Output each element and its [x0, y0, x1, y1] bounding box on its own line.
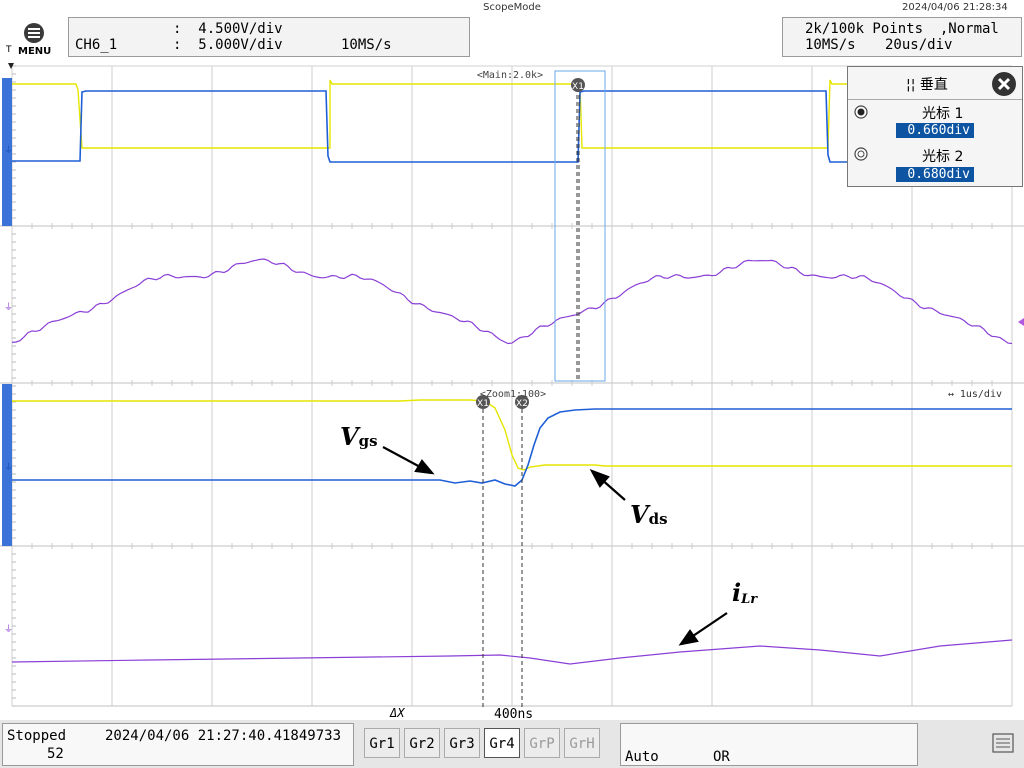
- menu-button[interactable]: T MENU: [4, 22, 52, 62]
- cursor2-radio[interactable]: [854, 147, 868, 161]
- list-icon[interactable]: [992, 732, 1014, 754]
- scale2: : 5.000V/div: [173, 37, 283, 53]
- group-button-grp[interactable]: GrP: [524, 728, 560, 758]
- ilr-label: iLr: [732, 578, 758, 607]
- acquisition-box[interactable]: 2k/100k Points ,Normal 10MS/s 20us/div: [782, 17, 1022, 57]
- trigger-mark: T: [6, 45, 12, 55]
- svg-text:⏚: ⏚: [4, 145, 13, 156]
- group-buttons: Gr1 Gr2 Gr3 Gr4 GrP GrH: [364, 728, 604, 760]
- zoom-x1-text: X1: [477, 399, 489, 409]
- cursor-panel-header: ¦¦ 垂直: [848, 67, 1022, 100]
- trigger-box[interactable]: Auto OR: [620, 723, 918, 766]
- main-x1-text: X1: [572, 82, 584, 92]
- delta-label: ΔX: [390, 706, 405, 720]
- group-button-gr1[interactable]: Gr1: [364, 728, 400, 758]
- cursor2-label: 光标 2: [922, 149, 964, 165]
- vgs-label: Vgs: [340, 422, 378, 451]
- datetime: 2024/04/06 21:28:34: [902, 2, 1008, 13]
- zoom-label: <Zoom1:100>: [480, 389, 546, 400]
- group-button-gr2[interactable]: Gr2: [404, 728, 440, 758]
- channel-label: CH6_1: [75, 37, 118, 53]
- run-state: Stopped: [7, 728, 67, 744]
- scale1: : 4.500V/div: [173, 21, 283, 37]
- right-level-marker[interactable]: [1018, 318, 1024, 326]
- close-icon[interactable]: [991, 71, 1017, 97]
- points-label: 2k/100k Points ,Normal: [805, 21, 999, 37]
- acq-rate: 10MS/s: [341, 37, 392, 53]
- group-button-gr3[interactable]: Gr3: [444, 728, 480, 758]
- vgs-sub: gs: [359, 432, 378, 450]
- group-button-grh[interactable]: GrH: [564, 728, 600, 758]
- cursor1-radio[interactable]: [854, 105, 868, 119]
- vds-label: Vds: [630, 500, 668, 529]
- cursor1-label: 光标 1: [922, 106, 964, 122]
- ch-blue-main: [12, 90, 848, 163]
- time-div: 20us/div: [885, 37, 953, 53]
- zoom-timediv: ↔ 1us/div: [948, 389, 1002, 400]
- cursor-panel-title: ¦¦ 垂直: [906, 77, 948, 93]
- menu-label: MENU: [18, 46, 52, 57]
- acq-timestamp: 2024/04/06 21:27:40.41849733: [105, 728, 342, 744]
- trigger-mode: Auto: [625, 749, 659, 765]
- cursor1-value[interactable]: 0.660div: [896, 123, 974, 138]
- status-bar: Stopped 52 2024/04/06 21:27:40.41849733 …: [0, 720, 1024, 768]
- menu-icon: [24, 23, 44, 43]
- svg-text:⏚: ⏚: [4, 624, 13, 635]
- ilr-main: i: [732, 578, 741, 607]
- vds-sub: ds: [649, 510, 668, 528]
- trigger-logic: OR: [713, 749, 730, 765]
- cursor2-value[interactable]: 0.680div: [896, 167, 974, 182]
- acq-count: 52: [47, 746, 64, 762]
- cursor-panel[interactable]: ¦¦ 垂直 光标 1 0.660div 光标 2 0.680div: [847, 66, 1023, 187]
- svg-text:⏚: ⏚: [4, 462, 13, 473]
- window-title: ScopeMode: [483, 2, 541, 13]
- ilr-sub: Lr: [740, 592, 758, 607]
- channel-info-box[interactable]: CH6_1 : 4.500V/div : 5.000V/div 10MS/s: [68, 17, 470, 57]
- group-button-gr4[interactable]: Gr4: [484, 728, 520, 758]
- zoom-x2-text: X2: [516, 399, 528, 409]
- sample-rate: 10MS/s: [805, 37, 856, 53]
- main-label: <Main:2.0k>: [477, 70, 543, 81]
- svg-text:⏚: ⏚: [4, 302, 13, 313]
- run-status-box[interactable]: Stopped 52 2024/04/06 21:27:40.41849733: [2, 723, 354, 766]
